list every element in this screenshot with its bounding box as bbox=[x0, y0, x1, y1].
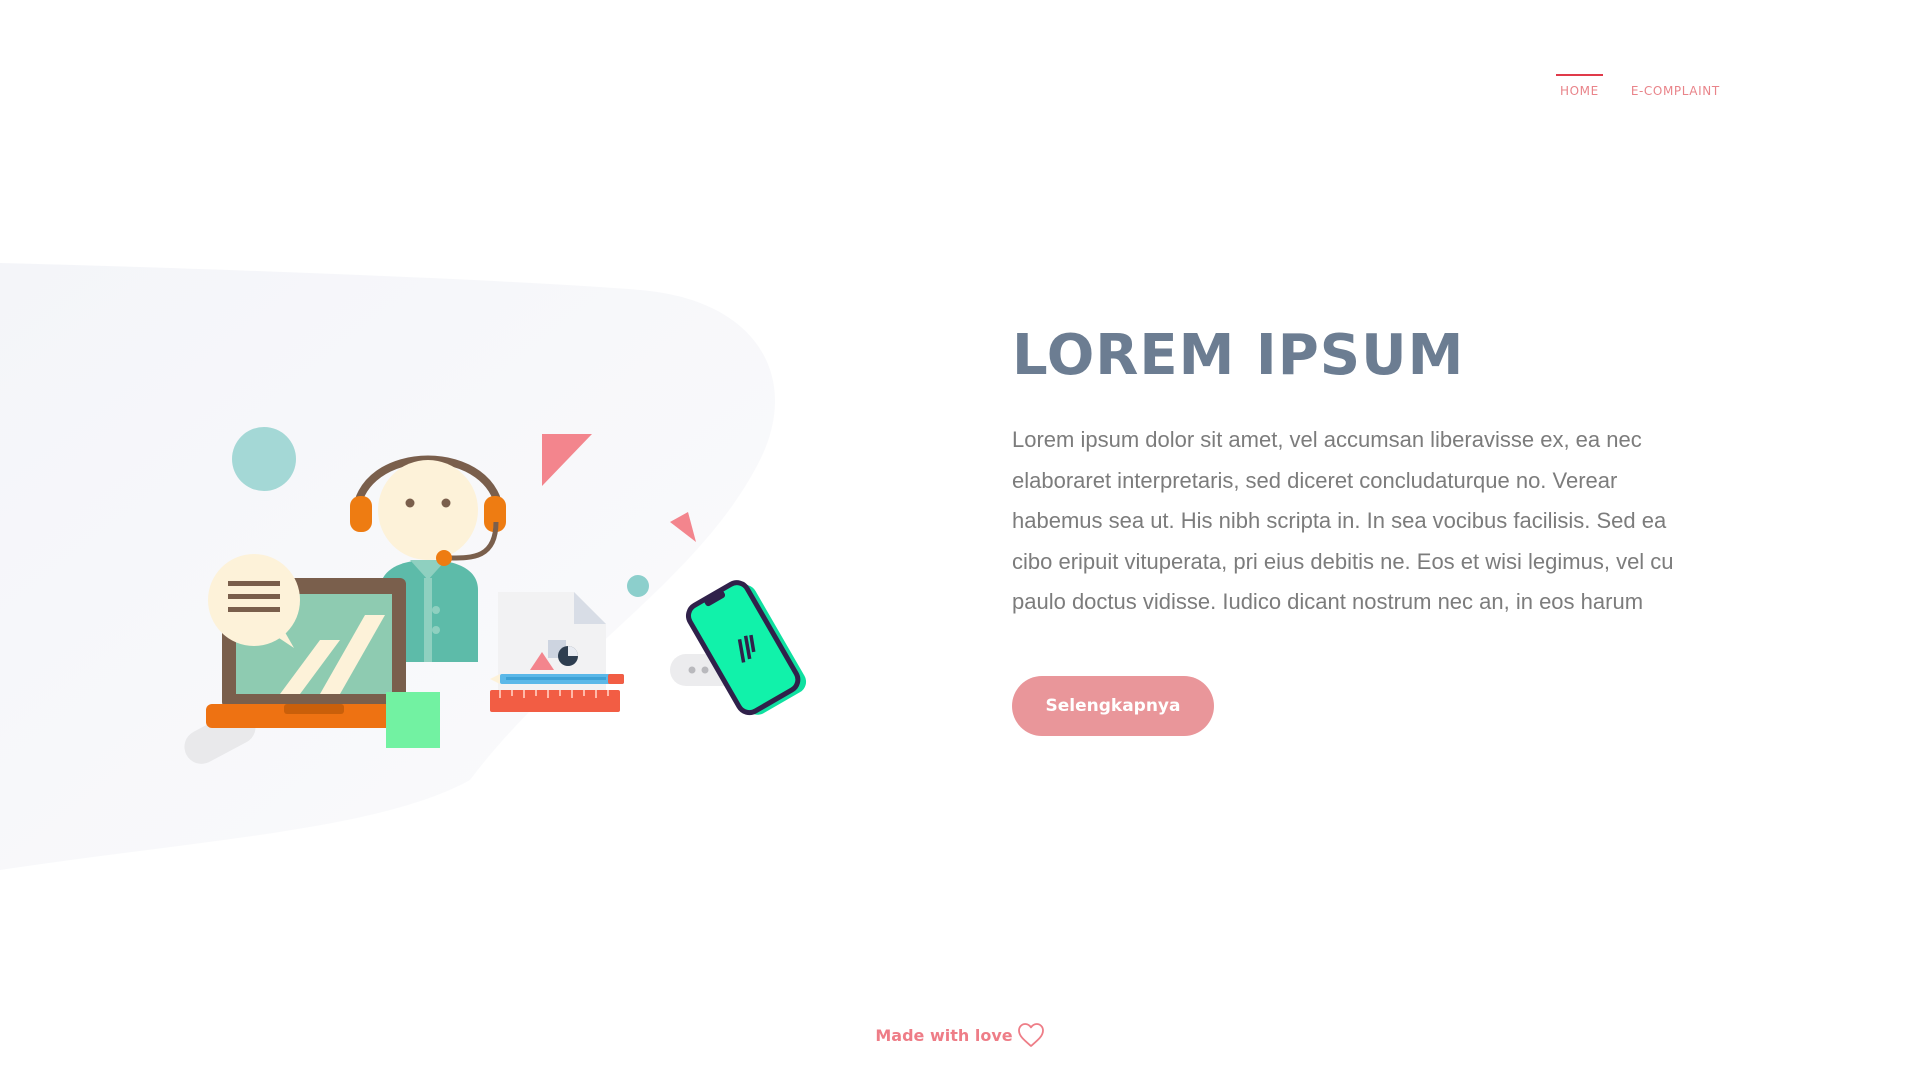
hero-description: Lorem ipsum dolor sit amet, vel accumsan… bbox=[1012, 427, 1674, 614]
customer-support-illustration bbox=[184, 427, 807, 764]
selengkapnya-button[interactable]: Selengkapnya bbox=[1012, 676, 1214, 736]
footer-text: Made with love bbox=[875, 1025, 1013, 1045]
footer: Made with love bbox=[0, 1022, 1920, 1048]
nav-e-complaint-link[interactable]: E-COMPLAINT bbox=[1627, 74, 1724, 102]
heart-outline-icon bbox=[1017, 1023, 1044, 1047]
hero-section: LOREM IPSUM Lorem ipsum dolor sit amet, … bbox=[1012, 320, 1692, 736]
nav-home-link[interactable]: HOME bbox=[1556, 74, 1603, 102]
main-nav: HOME E-COMPLAINT bbox=[1556, 74, 1724, 102]
landing-page: HOME E-COMPLAINT LOREM IPSUM Lorem ipsum… bbox=[0, 0, 1920, 1080]
hero-title: LOREM IPSUM bbox=[1012, 323, 1465, 388]
